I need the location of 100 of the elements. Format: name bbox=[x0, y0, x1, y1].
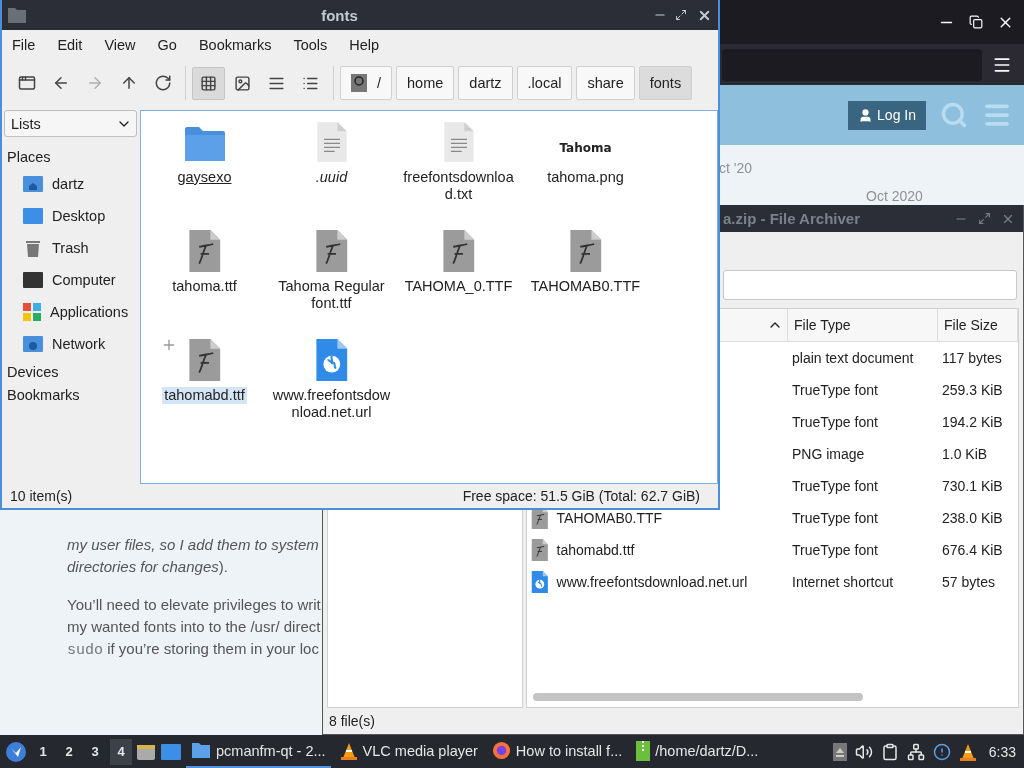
home-folder-icon bbox=[22, 174, 44, 194]
article-text: sudo if you’re storing them in your loc bbox=[67, 639, 319, 661]
file-name[interactable]: freefontsdownload.txt bbox=[397, 169, 520, 203]
computer-icon bbox=[22, 270, 44, 290]
browser-icon bbox=[491, 741, 511, 760]
place-item[interactable]: dartz bbox=[4, 168, 137, 200]
file-name[interactable]: gaysexo bbox=[175, 169, 234, 186]
place-item[interactable]: Applications bbox=[4, 296, 137, 328]
article-text: my wanted fonts into to the /usr/ direct bbox=[67, 617, 321, 637]
path-button[interactable]: dartz bbox=[458, 66, 513, 100]
taskbar-task[interactable]: pcmanfm-qt - 2... bbox=[186, 735, 331, 768]
font-file-icon bbox=[531, 539, 549, 561]
view-mode-button[interactable] bbox=[192, 66, 225, 100]
file-name[interactable]: TAHOMAB0.TTF bbox=[528, 278, 643, 295]
path-button[interactable]: home bbox=[396, 66, 455, 100]
start-menu-icon[interactable] bbox=[4, 739, 28, 764]
column-header[interactable]: File Type bbox=[788, 309, 938, 341]
menu-item[interactable]: Tools bbox=[293, 37, 328, 53]
file-size: 117 bytes bbox=[941, 350, 1003, 366]
place-item[interactable]: Desktop bbox=[4, 200, 137, 232]
workspace-button[interactable]: 3 bbox=[84, 738, 106, 765]
menu-item[interactable]: Help bbox=[349, 37, 380, 53]
location-field[interactable] bbox=[723, 270, 1017, 300]
place-item[interactable]: Computer bbox=[4, 264, 137, 296]
archive-icon bbox=[636, 740, 651, 761]
file-size: 676.4 KiB bbox=[941, 542, 1004, 558]
file-type: plain text document bbox=[791, 350, 915, 366]
menu-item[interactable]: Edit bbox=[57, 37, 83, 53]
file-size: 259.3 KiB bbox=[941, 382, 1004, 398]
file-name[interactable]: TAHOMAB0.TTF bbox=[556, 510, 663, 526]
side-pane-mode-dropdown[interactable]: Lists bbox=[4, 110, 137, 137]
menu-item[interactable]: View bbox=[104, 37, 136, 53]
window-title: a.zip - File Archiver bbox=[723, 210, 861, 227]
desktop-icon[interactable] bbox=[160, 742, 182, 761]
image-thumbnail: Tahoma bbox=[559, 141, 612, 157]
path-button[interactable]: .local bbox=[516, 66, 573, 100]
file-name[interactable]: tahomabd.ttf bbox=[556, 542, 635, 558]
web-link-file-icon bbox=[531, 571, 549, 593]
taskbar-task[interactable]: VLC media player bbox=[334, 735, 483, 768]
maximize-icon[interactable] bbox=[978, 212, 991, 225]
text-file-icon bbox=[315, 121, 348, 163]
volume-icon[interactable] bbox=[854, 742, 873, 761]
menu-item[interactable]: Go bbox=[157, 37, 177, 53]
traffic-cone-icon bbox=[958, 742, 977, 761]
maximize-icon[interactable] bbox=[675, 9, 687, 21]
article-text: You’ll need to elevate privileges to writ bbox=[67, 595, 321, 615]
article-text: directories for changes). bbox=[67, 557, 228, 577]
file-name[interactable]: tahoma.png bbox=[545, 169, 626, 186]
file-name[interactable]: .uuid bbox=[313, 169, 350, 186]
file-type: TrueType font bbox=[791, 414, 879, 430]
article-text: my user files, so I add them to system bbox=[67, 535, 319, 555]
workspace-button[interactable]: 2 bbox=[58, 738, 80, 765]
file-type: TrueType font bbox=[791, 478, 879, 494]
status-text: 8 file(s) bbox=[328, 712, 376, 731]
place-item[interactable]: Network bbox=[4, 328, 137, 360]
eject-icon[interactable] bbox=[832, 742, 847, 761]
file-name[interactable]: Tahoma Regular font.ttf bbox=[270, 278, 393, 312]
file-name[interactable]: www.freefontsdownload.net.url bbox=[270, 387, 393, 421]
scrollbar[interactable] bbox=[533, 693, 863, 701]
taskbar-task[interactable]: How to install f... bbox=[486, 735, 628, 768]
drive-icon bbox=[351, 74, 367, 92]
desktop-icon bbox=[22, 206, 44, 226]
applications-icon bbox=[22, 302, 42, 322]
file-name[interactable]: tahomabd.ttf bbox=[162, 387, 247, 404]
file-size: 194.2 KiB bbox=[941, 414, 1004, 430]
workspace-button[interactable]: 1 bbox=[32, 738, 54, 765]
column-header[interactable]: File Size bbox=[938, 309, 1018, 341]
network-icon[interactable] bbox=[906, 742, 925, 761]
path-button[interactable]: share bbox=[576, 66, 635, 100]
path-button[interactable]: fonts bbox=[638, 66, 693, 100]
traffic-cone-icon bbox=[339, 741, 358, 760]
network-folder-icon bbox=[22, 334, 44, 354]
file-type: TrueType font bbox=[791, 510, 879, 526]
web-link-file-icon bbox=[314, 339, 349, 381]
font-file-icon bbox=[187, 339, 222, 381]
image-icon bbox=[234, 74, 251, 92]
date-label: ct '20 bbox=[719, 160, 753, 176]
restore-icon[interactable] bbox=[969, 15, 983, 29]
font-file-icon bbox=[568, 230, 603, 272]
file-name[interactable]: www.freefontsdownload.net.url bbox=[556, 574, 748, 590]
menu-item[interactable]: Bookmarks bbox=[198, 37, 272, 53]
place-item[interactable]: Trash bbox=[4, 232, 137, 264]
taskbar-task[interactable]: /home/dartz/D... bbox=[631, 735, 764, 768]
section-heading: Devices bbox=[6, 362, 60, 382]
section-heading: Places bbox=[6, 147, 52, 167]
file-size: 730.1 KiB bbox=[941, 478, 1004, 494]
file-type: Internet shortcut bbox=[791, 574, 895, 590]
path-button[interactable]: / bbox=[340, 66, 393, 100]
menu-item[interactable]: File bbox=[12, 37, 36, 53]
notification-icon[interactable] bbox=[932, 742, 951, 761]
file-name[interactable]: tahoma.ttf bbox=[170, 278, 239, 295]
font-file-icon bbox=[187, 230, 222, 272]
file-size: 57 bytes bbox=[941, 574, 996, 590]
login-button[interactable]: Log In bbox=[848, 100, 926, 130]
file-name[interactable]: TAHOMA_0.TTF bbox=[402, 278, 515, 295]
clock: 6:33 bbox=[987, 743, 1017, 760]
folder-icon bbox=[191, 742, 211, 759]
workspace-button[interactable]: 4 bbox=[110, 738, 132, 765]
file-type: TrueType font bbox=[791, 382, 879, 398]
clipboard-icon[interactable] bbox=[880, 742, 899, 761]
